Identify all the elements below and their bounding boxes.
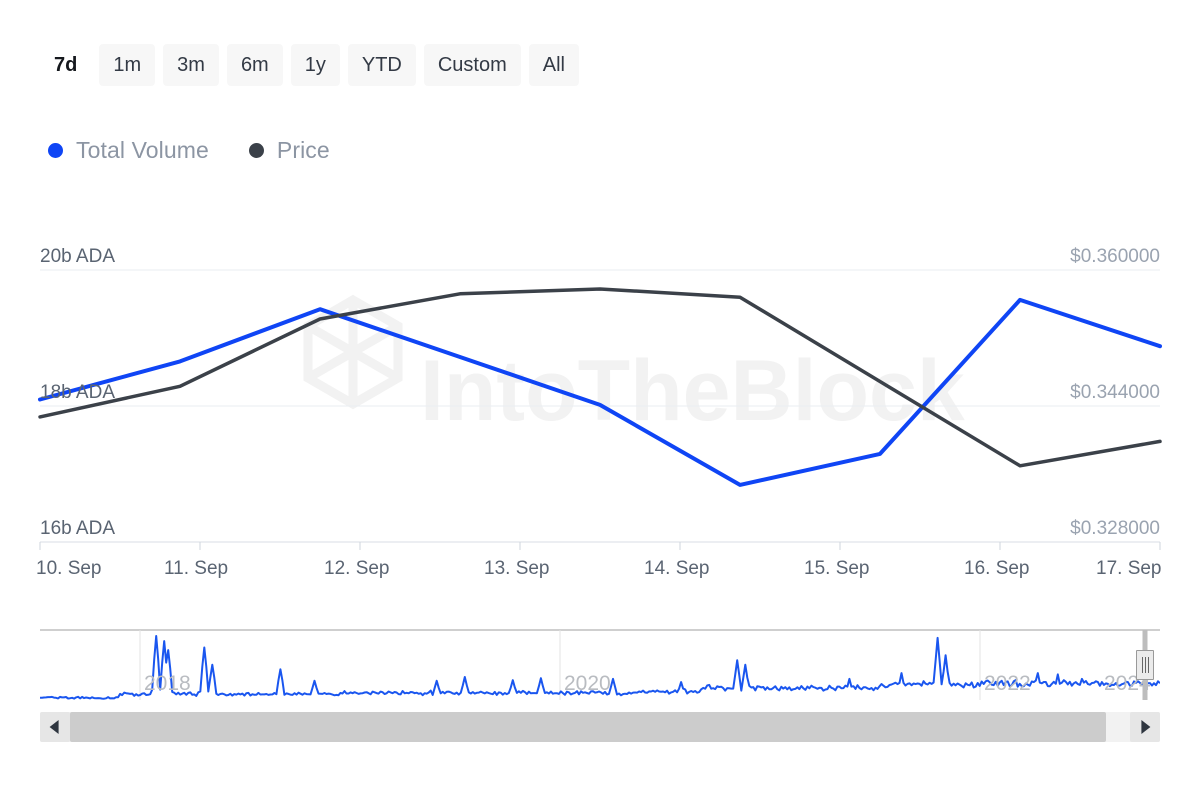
right-axis-tick: $0.360000	[1070, 246, 1160, 267]
legend-marker-total-volume	[48, 142, 63, 158]
navigator-scrollbar[interactable]	[40, 712, 1160, 742]
chevron-right-icon	[1141, 720, 1151, 734]
left-axis-tick: 18b ADA	[40, 382, 115, 403]
x-axis-label: 17. Sep	[1096, 558, 1162, 579]
x-axis-label: 10. Sep	[36, 558, 102, 579]
navigator-year-label: 2022	[984, 672, 1031, 695]
right-axis-tick: $0.344000	[1070, 382, 1160, 403]
range-button-7d[interactable]: 7d	[40, 44, 92, 86]
range-button-1m[interactable]: 1m	[99, 44, 156, 86]
navigator-year-label: 2018	[144, 672, 191, 695]
legend-label-total-volume: Total Volume	[76, 136, 209, 163]
navigator-year-label: 2020	[564, 672, 611, 695]
x-axis-label: 15. Sep	[804, 558, 870, 579]
chart-navigator[interactable]: 2018 2020 2022 2024	[39, 622, 1161, 707]
range-selector: 7d 1m 3m 6m 1y YTD Custom All	[40, 44, 579, 86]
range-button-ytd[interactable]: YTD	[347, 44, 416, 86]
legend-item-price[interactable]: Price	[248, 136, 330, 164]
x-axis-label: 13. Sep	[484, 558, 550, 579]
legend-marker-price	[248, 142, 264, 158]
series-line-total-volume	[38, 297, 1162, 487]
range-button-custom[interactable]: Custom	[423, 44, 521, 86]
svg-text:IntoTheBlock: IntoTheBlock	[420, 343, 965, 439]
range-button-6m[interactable]: 6m	[226, 44, 283, 86]
left-axis-tick: 16b ADA	[40, 518, 115, 539]
scroll-left-button[interactable]	[40, 712, 70, 742]
range-button-3m[interactable]: 3m	[163, 44, 219, 86]
chevron-left-icon	[49, 720, 59, 734]
x-axis-label: 12. Sep	[324, 558, 390, 579]
left-axis-tick: 20b ADA	[40, 246, 115, 267]
x-axis-label: 11. Sep	[164, 558, 229, 579]
series-line-price	[38, 287, 1162, 468]
range-button-all[interactable]: All	[528, 44, 579, 86]
navigator-handle-right[interactable]	[1136, 650, 1154, 680]
x-axis-label: 16. Sep	[964, 558, 1030, 579]
scroll-right-button[interactable]	[1130, 712, 1160, 742]
legend-item-total-volume[interactable]: Total Volume	[48, 137, 209, 164]
x-axis-label: 14. Sep	[644, 558, 710, 579]
volume-price-chart-widget: 7d 1m 3m 6m 1y YTD Custom All Total Volu…	[0, 0, 1200, 800]
scrollbar-thumb[interactable]	[70, 712, 1106, 742]
chart-legend: Total Volume Price	[48, 132, 330, 168]
watermark: IntoTheBlock	[303, 294, 965, 439]
right-axis-tick: $0.328000	[1070, 518, 1160, 539]
range-button-1y[interactable]: 1y	[290, 44, 340, 86]
legend-label-price: Price	[276, 136, 330, 163]
